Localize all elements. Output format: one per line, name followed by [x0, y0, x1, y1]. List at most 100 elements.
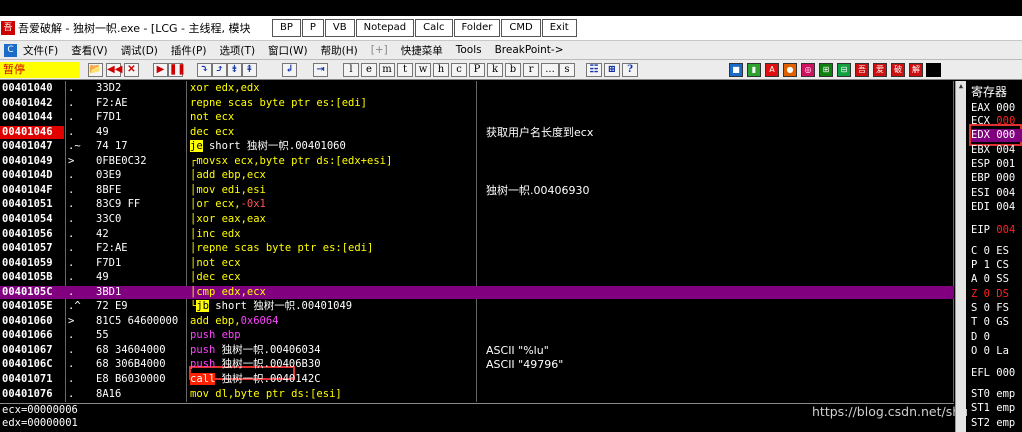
toolbar-plugin-5-icon[interactable]: ⊞: [819, 63, 833, 77]
disasm-row[interactable]: 0040105C. 3BD1 │cmp edx,ecx: [0, 285, 954, 299]
register-row[interactable]: ST1 emp: [971, 402, 1015, 415]
register-row[interactable]: EIP 004: [971, 224, 1015, 237]
disasm-row[interactable]: 00401066. 55 push ebp: [0, 329, 954, 342]
register-row[interactable]: C 0 ES: [971, 245, 1009, 258]
goto-icon[interactable]: ⇥: [313, 63, 328, 77]
disasm-row[interactable]: 0040106C. 68 306B4000 push 独树一帜.00406B30 AS…: [0, 358, 954, 371]
register-row[interactable]: EFL 000: [971, 367, 1015, 380]
trace-over-icon[interactable]: ⇞: [242, 63, 257, 77]
step-into-icon[interactable]: ⤵: [197, 63, 212, 77]
toolbar-plugin-0-icon[interactable]: ■: [729, 63, 743, 77]
toolbar-window-4[interactable]: w: [415, 63, 431, 77]
execute-till-return-icon[interactable]: ↲: [282, 63, 297, 77]
menu-item-5[interactable]: 窗口(W): [268, 43, 308, 58]
disasm-row[interactable]: 0040104F. 8BFE │mov edi,esi 独树一帜.00406930: [0, 184, 954, 197]
disasm-row[interactable]: 00401049 >0FBE0C32 ┌movsx ecx,byte ptr ds:…: [0, 155, 954, 168]
toolbar-plugin-2-icon[interactable]: A: [765, 63, 779, 77]
disasm-row[interactable]: 00401071. E8 B6030000 call 独树一帜.0040142C: [0, 373, 954, 386]
register-row[interactable]: ECX 000: [971, 115, 1015, 128]
list-icon[interactable]: ☷: [586, 63, 602, 77]
register-row[interactable]: Z 0 DS: [971, 288, 1009, 301]
disasm-row[interactable]: 00401040. 33D2 xor edx,edx: [0, 82, 954, 95]
register-row[interactable]: EDI 004: [971, 201, 1015, 214]
disasm-scrollbar[interactable]: ▲: [955, 81, 966, 432]
register-row[interactable]: ST2 emp: [971, 417, 1015, 430]
toolbar-plugin-1-icon[interactable]: ▮: [747, 63, 761, 77]
disasm-row[interactable]: 00401067. 68 34604000 push 独树一帜.00406034 AS…: [0, 344, 954, 357]
toolbar-plugin-10-icon[interactable]: 解: [909, 63, 923, 77]
quick-button-exit[interactable]: Exit: [541, 19, 577, 37]
window-titlebar[interactable]: 吾 吾爱破解 - 独树一帜.exe - [LCG - 主线程, 模块 BP P VB…: [0, 16, 1022, 41]
disasm-row[interactable]: 00401054. 33C0 │xor eax,eax: [0, 213, 954, 226]
register-row[interactable]: ST0 emp: [971, 388, 1015, 401]
toolbar-window-12[interactable]: s: [559, 63, 575, 77]
quick-button-vb[interactable]: VB: [324, 19, 355, 37]
disasm-row[interactable]: 0040105E .^ 72 E9 └jb short 独树一帜.00401049: [0, 300, 954, 313]
quick-button-calc[interactable]: Calc: [415, 19, 453, 37]
menu-item-7[interactable]: [+]: [371, 44, 388, 56]
restart-icon[interactable]: ◀◀: [106, 63, 122, 77]
disasm-row[interactable]: 00401060 >81C5 64600000 add ebp,0x6064: [0, 315, 954, 328]
register-row[interactable]: P 1 CS: [971, 259, 1009, 272]
toolbar-plugin-9-icon[interactable]: 破: [891, 63, 905, 77]
toolbar-window-7[interactable]: P: [469, 63, 485, 77]
menu-item-1[interactable]: 查看(V): [71, 43, 107, 58]
disasm-row[interactable]: 00401046. 49 dec ecx 获取用户名长度到ecx: [0, 125, 954, 139]
register-row[interactable]: ESP 001: [971, 158, 1015, 171]
scroll-up-arrow-icon[interactable]: ▲: [956, 81, 966, 91]
toolbar-plugin-6-icon[interactable]: ⊟: [837, 63, 851, 77]
menu-item-9[interactable]: Tools: [456, 44, 482, 56]
registers-pane[interactable]: 寄存器 EAX 000 ECX 000 EDX 000 EBX 004 ESP 001 E…: [967, 81, 1022, 432]
register-row[interactable]: EDX 000: [971, 129, 1022, 142]
quick-button-notepad[interactable]: Notepad: [355, 19, 415, 37]
disasm-row[interactable]: 00401076. 8A16 mov dl,byte ptr ds:[esi]: [0, 388, 954, 401]
help-icon[interactable]: ?: [622, 63, 638, 77]
disasm-row[interactable]: 00401042. F2:AE repne scas byte ptr es:[ed…: [0, 97, 954, 110]
window-icon[interactable]: ⊞: [604, 63, 620, 77]
disasm-row[interactable]: 00401044. F7D1 not ecx: [0, 111, 954, 124]
disasm-row[interactable]: 00401047 .~ 74 17 je short 独树一帜.00401060: [0, 140, 954, 153]
trace-into-icon[interactable]: ⇟: [227, 63, 242, 77]
menu-item-3[interactable]: 插件(P): [171, 43, 207, 58]
register-row[interactable]: EAX 000: [971, 102, 1015, 115]
toolbar-window-9[interactable]: b: [505, 63, 521, 77]
menu-item-10[interactable]: BreakPoint->: [495, 44, 564, 56]
toolbar-plugin-8-icon[interactable]: 爱: [873, 63, 887, 77]
toolbar-window-10[interactable]: r: [523, 63, 539, 77]
menu-item-8[interactable]: 快捷菜单: [401, 43, 443, 58]
disasm-row[interactable]: 00401051. 83C9 FF │or ecx,-0x1: [0, 198, 954, 211]
disasm-row[interactable]: 00401056. 42 │inc edx: [0, 228, 954, 241]
toolbar-window-5[interactable]: h: [433, 63, 449, 77]
toolbar-plugin-7-icon[interactable]: 吾: [855, 63, 869, 77]
open-icon[interactable]: 📂: [88, 63, 103, 77]
quick-button-cmd[interactable]: CMD: [501, 19, 541, 37]
disasm-row[interactable]: 00401059. F7D1 │not ecx: [0, 257, 954, 270]
register-row[interactable]: A 0 SS: [971, 273, 1009, 286]
toolbar-window-1[interactable]: e: [361, 63, 377, 77]
quick-button-folder[interactable]: Folder: [453, 19, 501, 37]
quick-button-bp[interactable]: BP: [272, 19, 301, 37]
register-row[interactable]: EBX 004: [971, 144, 1015, 157]
register-row[interactable]: S 0 FS: [971, 302, 1009, 315]
menu-item-4[interactable]: 选项(T): [219, 43, 255, 58]
toolbar-window-6[interactable]: c: [451, 63, 467, 77]
toolbar-plugin-4-icon[interactable]: ◎: [801, 63, 815, 77]
menu-item-6[interactable]: 帮助(H): [321, 43, 358, 58]
toolbar-window-0[interactable]: l: [343, 63, 359, 77]
toolbar-window-11[interactable]: ...: [541, 63, 559, 77]
register-row[interactable]: D 0: [971, 331, 990, 344]
menu-item-2[interactable]: 调试(D): [121, 43, 158, 58]
step-over-icon[interactable]: ⤴: [212, 63, 227, 77]
register-row[interactable]: EBP 000: [971, 172, 1015, 185]
pause-icon[interactable]: ❚❚: [168, 63, 186, 77]
app-menu-icon[interactable]: C: [4, 43, 17, 57]
disasm-row[interactable]: 00401057. F2:AE │repne scas byte ptr es:[e…: [0, 242, 954, 255]
quick-button-p[interactable]: P: [301, 19, 324, 37]
run-icon[interactable]: ▶: [153, 63, 168, 77]
register-row[interactable]: T 0 GS: [971, 316, 1009, 329]
register-row[interactable]: ESI 004: [971, 187, 1015, 200]
toolbar-window-8[interactable]: k: [487, 63, 503, 77]
disassembly-pane[interactable]: 00401040. 33D2 xor edx,edx 00401042. F2:AE re…: [0, 81, 954, 402]
menu-item-0[interactable]: 文件(F): [23, 43, 58, 58]
disasm-row[interactable]: 0040104D. 03E9 │add ebp,ecx: [0, 169, 954, 182]
